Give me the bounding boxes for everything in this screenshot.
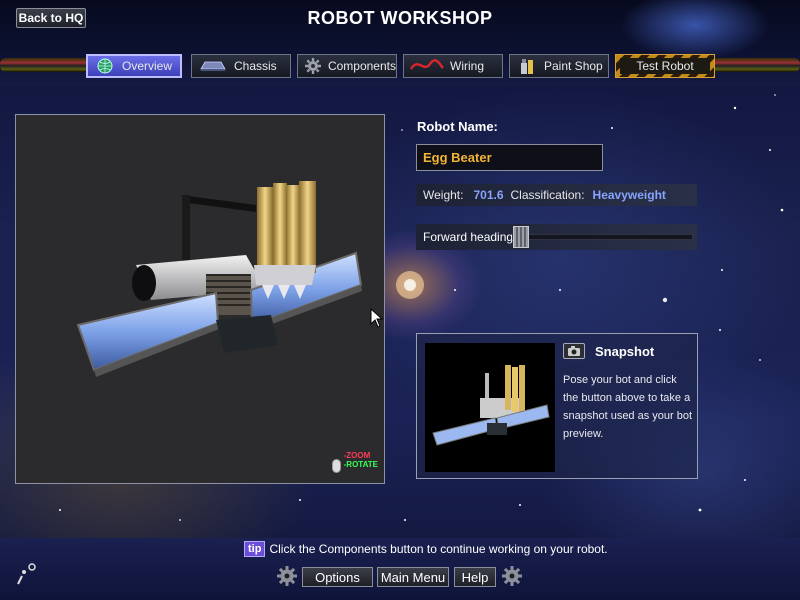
tab-label: Test Robot bbox=[636, 59, 694, 73]
forward-heading-label: Forward heading: bbox=[423, 230, 517, 244]
rotate-hint: -ROTATE bbox=[343, 460, 378, 469]
robot-name-field[interactable]: Egg Beater bbox=[416, 144, 603, 171]
robot-model bbox=[76, 181, 363, 377]
header-cable-right bbox=[712, 58, 800, 72]
tab-label: Chassis bbox=[234, 59, 277, 73]
tab-label: Wiring bbox=[450, 59, 485, 73]
weight-label: Weight: bbox=[423, 188, 464, 202]
robot-stats-bar: Weight: 701.6 Classification: Heavyweigh… bbox=[416, 184, 697, 206]
gear-icon bbox=[304, 58, 322, 74]
paint-can-icon bbox=[516, 58, 538, 74]
zoom-hint: -ZOOM bbox=[343, 451, 371, 460]
camera-icon bbox=[568, 346, 580, 356]
tip-line: tip Click the Components button to conti… bbox=[244, 541, 608, 557]
tip-text: Click the Components button to continue … bbox=[269, 542, 608, 556]
main-menu-button[interactable]: Main Menu bbox=[377, 567, 449, 587]
robot-name-label: Robot Name: bbox=[417, 119, 498, 134]
viewport-controls-legend: -ZOOM -ROTATE bbox=[344, 451, 378, 469]
globe-icon bbox=[94, 58, 116, 74]
forward-heading-slider-thumb[interactable] bbox=[513, 226, 529, 248]
snapshot-panel: Snapshot Pose your bot and click the but… bbox=[416, 333, 698, 479]
tab-label: Overview bbox=[122, 59, 173, 73]
robot-3d-viewport[interactable]: -ZOOM -ROTATE bbox=[15, 114, 385, 484]
tab-components[interactable]: Components bbox=[297, 54, 397, 78]
options-button[interactable]: Options bbox=[302, 567, 373, 587]
chassis-icon bbox=[198, 58, 228, 74]
tab-overview[interactable]: Overview bbox=[86, 54, 182, 78]
snapshot-instructions: Pose your bot and click the button above… bbox=[563, 374, 693, 440]
tab-chassis[interactable]: Chassis bbox=[191, 54, 291, 78]
mouse-cursor-icon bbox=[370, 308, 384, 328]
weight-value: 701.6 bbox=[473, 188, 504, 202]
help-button[interactable]: Help bbox=[454, 567, 496, 587]
loading-icon bbox=[17, 563, 36, 585]
header-cable-left bbox=[0, 58, 100, 72]
tab-wiring[interactable]: Wiring bbox=[403, 54, 503, 78]
snapshot-title: Snapshot bbox=[595, 344, 655, 359]
tab-label: Paint Shop bbox=[544, 59, 603, 73]
gear-icon bbox=[502, 566, 522, 586]
tab-label: Components bbox=[327, 59, 396, 73]
forward-heading-slider[interactable] bbox=[512, 234, 693, 240]
classification-value: Heavyweight bbox=[592, 188, 666, 202]
gear-icon bbox=[277, 566, 297, 586]
mouse-icon bbox=[332, 459, 341, 473]
tab-test-robot[interactable]: Test Robot bbox=[615, 54, 715, 78]
snapshot-camera-button[interactable] bbox=[563, 343, 585, 359]
wire-icon bbox=[410, 58, 444, 74]
tip-badge: tip bbox=[244, 541, 266, 557]
tab-paint-shop[interactable]: Paint Shop bbox=[509, 54, 609, 78]
classification-label: Classification: bbox=[510, 188, 585, 202]
page-title: ROBOT WORKSHOP bbox=[307, 8, 493, 28]
snapshot-preview bbox=[425, 343, 555, 472]
